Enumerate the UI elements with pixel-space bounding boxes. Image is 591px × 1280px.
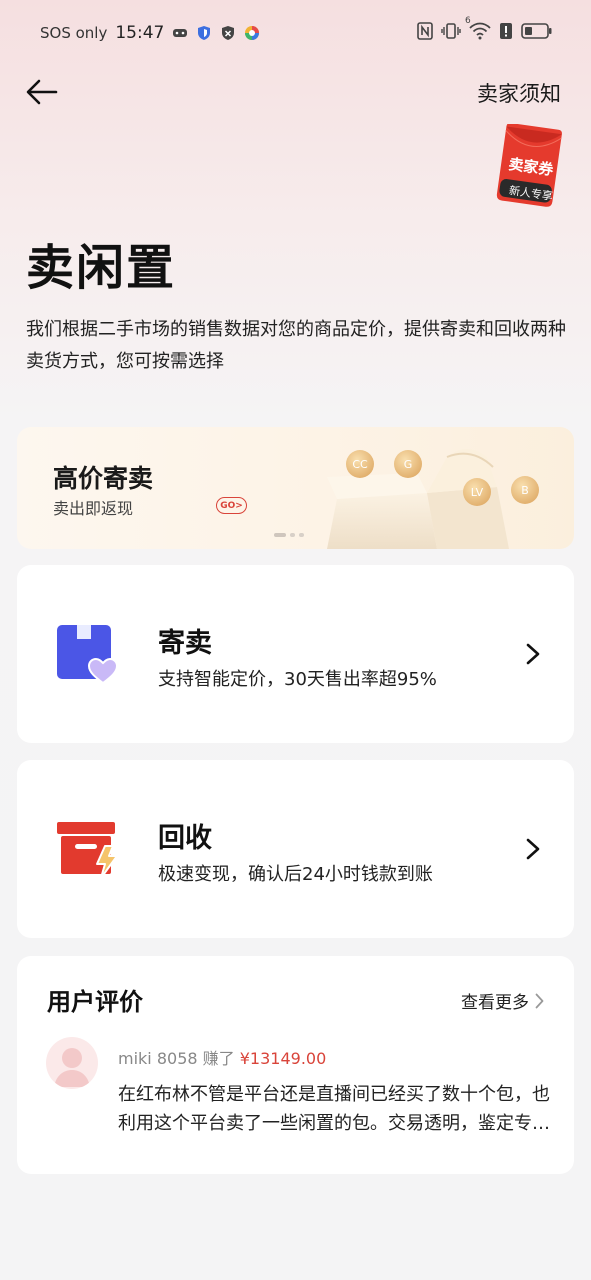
user-avatar-icon [54, 1048, 90, 1087]
review-meta: miki 8058 赚了 ¥13149.00 [118, 1045, 326, 1069]
carousel-dot [290, 533, 295, 537]
consignment-description: 支持智能定价，30天售出率超95% [158, 669, 437, 690]
carousel-dots [274, 533, 304, 537]
earned-amount: ¥13149.00 [239, 1049, 327, 1068]
banner-title: 高价寄卖 [53, 464, 154, 493]
chevron-right-icon [535, 993, 544, 1008]
consignment-box-heart-icon [57, 625, 119, 685]
svg-text:LV: LV [471, 486, 484, 499]
back-button[interactable] [22, 74, 62, 110]
user-reviews-card: 用户评价 查看更多 miki 8058 赚了 ¥13149.00 在红布林不管是… [17, 956, 574, 1174]
go-badge[interactable]: GO> [216, 497, 247, 514]
earned-label: 赚了 [202, 1049, 235, 1068]
nfc-icon [417, 22, 433, 44]
status-bar: SOS only 15:47 6 [0, 0, 591, 66]
network-badge: 6 [465, 16, 471, 26]
svg-text:G: G [404, 458, 413, 471]
carousel-dot [299, 533, 304, 537]
consignment-option-card[interactable]: 寄卖 支持智能定价，30天售出率超95% [17, 565, 574, 743]
chevron-right-icon [526, 838, 540, 860]
app-logo-icon [244, 25, 260, 41]
recycle-box-lightning-icon [57, 822, 118, 879]
page-title: 卖闲置 [26, 240, 177, 296]
seller-coupon-badge[interactable]: 卖家券 新人专享 [493, 122, 565, 210]
reviewer-name: miki 8058 [118, 1049, 198, 1068]
banner-subtitle: 卖出即返现 [53, 499, 134, 518]
wifi-icon: 6 [465, 16, 491, 44]
status-bar-left: SOS only 15:47 [40, 22, 260, 44]
svg-text:B: B [521, 484, 529, 497]
seller-notice-link[interactable]: 卖家须知 [477, 78, 561, 108]
reviews-heading: 用户评价 [47, 988, 143, 1016]
top-bar: 卖家须知 [0, 70, 591, 116]
shield-icon [196, 25, 212, 41]
recycle-option-card[interactable]: 回收 极速变现，确认后24小时钱款到账 [17, 760, 574, 938]
arrow-left-icon [26, 79, 58, 105]
recycle-description: 极速变现，确认后24小时钱款到账 [158, 864, 433, 885]
page-description: 我们根据二手市场的销售数据对您的商品定价，提供寄卖和回收两种卖货方式，您可按需选… [26, 319, 566, 372]
see-more-link[interactable]: 查看更多 [461, 988, 544, 1013]
avatar [46, 1037, 98, 1089]
clock: 15:47 [115, 23, 165, 43]
gift-box-illustration: CC G LV B [327, 449, 539, 549]
security-badge-icon [220, 25, 236, 41]
svg-text:CC: CC [352, 458, 368, 471]
carrier-label: SOS only [40, 24, 108, 42]
see-more-label: 查看更多 [461, 993, 529, 1013]
promo-banner[interactable]: 高价寄卖 卖出即返现 GO> CC G LV B [17, 427, 574, 549]
alert-icon [499, 22, 513, 44]
carousel-dot-active [274, 533, 286, 537]
game-controller-icon [172, 25, 188, 41]
status-bar-right: 6 [417, 16, 553, 44]
chevron-right-icon [526, 643, 540, 665]
consignment-title: 寄卖 [158, 628, 212, 659]
battery-icon [521, 22, 553, 44]
recycle-title: 回收 [158, 823, 212, 854]
review-text: 在红布林不管是平台还是直播间已经买了数十个包，也利用这个平台卖了一些闲置的包。交… [118, 1084, 550, 1134]
vibrate-icon [441, 22, 461, 44]
